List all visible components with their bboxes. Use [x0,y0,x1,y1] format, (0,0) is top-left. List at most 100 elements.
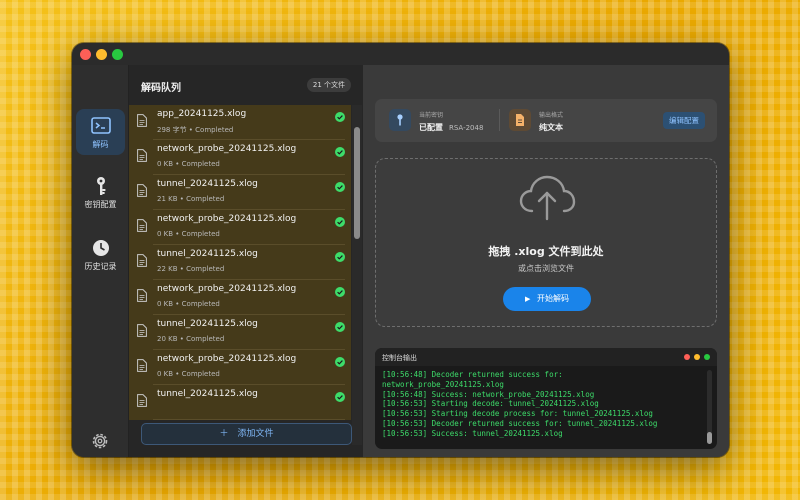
file-icon [137,254,147,267]
sidebar-item-history[interactable]: 历史记录 [76,231,125,277]
file-meta: 0 KB • Completed [157,370,220,378]
check-circle-icon [335,217,345,227]
config-summary-card: 当前密钥 已配置 RSA-2048 输出格式 纯文本 编辑配置 [375,99,717,142]
console-line: [10:56:53] Starting decode: tunnel_20241… [382,399,599,409]
start-decode-label: 开始解码 [536,294,569,303]
file-meta: 298 字节 • Completed [157,126,234,134]
file-count-badge: 21 个文件 [306,78,351,92]
file-list-item[interactable]: network_probe_20241125.xlog 0 KB • Comple… [129,280,351,315]
key-icon [389,109,411,131]
console-line: [10:56:53] Starting decode process for: … [382,409,653,419]
gear-icon[interactable] [90,431,110,451]
console-line: [10:56:53] Decoder returned success for:… [382,418,658,428]
title-bar [72,43,729,65]
file-icon [137,359,147,372]
file-icon [137,394,147,407]
add-file-label: 添加文件 [237,429,274,439]
file-meta: 22 KB • Completed [157,265,225,273]
console-line: [10:56:48] Decoder returned success for: [382,370,563,379]
file-icon [137,184,147,197]
file-icon [137,149,147,162]
file-list-item[interactable]: app_20241125.xlog 298 字节 • Completed [129,105,351,140]
console-line: [10:56:48] Success: network_probe_202411… [382,389,595,399]
key-status: 已配置 [419,123,443,132]
console-line: [10:56:53] Success: tunnel_20241125.xlog [382,428,563,438]
console-panel: 控制台输出 [10:56:48] Decoder returned succes… [375,348,717,449]
console-line: network_probe_20241125.xlog [382,379,504,389]
file-list-item[interactable]: tunnel_20241125.xlog 22 KB • Completed [129,245,351,280]
terminal-icon [90,117,111,134]
main-content: 当前密钥 已配置 RSA-2048 输出格式 纯文本 编辑配置 拖拽 .xlog … [363,65,729,457]
console-expand-button[interactable] [704,354,710,360]
browse-files-link[interactable]: 或点击浏览文件 [376,263,716,274]
sidebar-item-decode[interactable]: 解码 [76,109,125,155]
dropzone-title: 拖拽 .xlog 文件到此处 [488,245,604,258]
check-circle-icon [335,322,345,332]
file-meta: 0 KB • Completed [157,230,220,238]
divider [153,419,345,420]
file-list-scrollbar[interactable] [352,105,362,445]
file-name: tunnel_20241125.xlog [157,179,258,189]
file-meta: 0 KB • Completed [157,300,220,308]
file-list-item[interactable]: network_probe_20241125.xlog 0 KB • Comple… [129,210,351,245]
file-list-item[interactable]: tunnel_20241125.xlog 21 KB • Completed [129,175,351,210]
file-icon [137,219,147,232]
current-key-value: 已配置 RSA-2048 [419,122,483,133]
edit-config-button[interactable]: 编辑配置 [663,112,705,129]
console-minimize-button[interactable] [694,354,700,360]
output-format-value: 纯文本 [539,123,563,132]
clock-icon [92,240,109,256]
sidebar-item-key-config[interactable]: 密钥配置 [76,169,125,215]
check-circle-icon [335,287,345,297]
console-close-button[interactable] [684,354,690,360]
start-decode-button[interactable]: ▶ 开始解码 [503,287,591,311]
file-name: network_probe_20241125.xlog [157,284,297,294]
document-icon [509,109,531,131]
file-icon [137,289,147,302]
scrollbar-thumb[interactable] [354,127,360,239]
plus-icon: ＋ [219,429,229,439]
check-circle-icon [335,252,345,262]
file-meta: 0 KB • Completed [157,160,220,168]
file-name: tunnel_20241125.xlog [157,249,258,259]
file-dropzone[interactable]: 拖拽 .xlog 文件到此处 或点击浏览文件 ▶ 开始解码 [375,158,717,327]
scrollbar-thumb[interactable] [707,432,712,444]
console-scrollbar[interactable] [707,370,712,444]
console-output: [10:56:48] Decoder returned success for:… [382,370,702,446]
file-list-item[interactable]: network_probe_20241125.xlog 0 KB • Comple… [129,350,351,385]
check-circle-icon [335,112,345,122]
check-circle-icon [335,182,345,192]
console-header: 控制台输出 [375,348,717,366]
file-name: tunnel_20241125.xlog [157,319,258,329]
zoom-window-button[interactable] [112,49,123,60]
cloud-upload-icon [519,175,576,221]
file-list: app_20241125.xlog 298 字节 • Completed netwo… [129,105,351,445]
minimize-window-button[interactable] [96,49,107,60]
current-key-label: 当前密钥 [419,112,444,119]
file-name: network_probe_20241125.xlog [157,214,297,224]
file-list-item[interactable]: network_probe_20241125.xlog 0 KB • Comple… [129,140,351,175]
file-name: app_20241125.xlog [157,109,247,119]
key-icon [96,177,105,195]
file-name: network_probe_20241125.xlog [157,354,297,364]
file-meta: 20 KB • Completed [157,335,225,343]
play-icon: ▶ [525,295,531,303]
decode-queue-panel: 解码队列 21 个文件 app_20241125.xlog 298 字节 • Co… [129,65,363,457]
output-format-label: 输出格式 [539,112,564,119]
check-circle-icon [335,147,345,157]
sidebar-item-label: 历史记录 [84,262,117,271]
console-title: 控制台输出 [382,354,417,362]
check-circle-icon [335,357,345,367]
file-name: tunnel_20241125.xlog [157,389,258,399]
file-meta: 21 KB • Completed [157,195,225,203]
file-name: network_probe_20241125.xlog [157,144,297,154]
close-window-button[interactable] [80,49,91,60]
sidebar: 解码 密钥配置 历史记录 [72,65,129,457]
key-algorithm: RSA-2048 [449,124,484,132]
add-file-button[interactable]: ＋ 添加文件 [141,423,352,445]
divider [499,109,500,131]
queue-title: 解码队列 [141,83,181,94]
file-list-item[interactable]: tunnel_20241125.xlog [129,385,351,420]
file-list-item[interactable]: tunnel_20241125.xlog 20 KB • Completed [129,315,351,350]
sidebar-item-label: 解码 [92,140,109,149]
